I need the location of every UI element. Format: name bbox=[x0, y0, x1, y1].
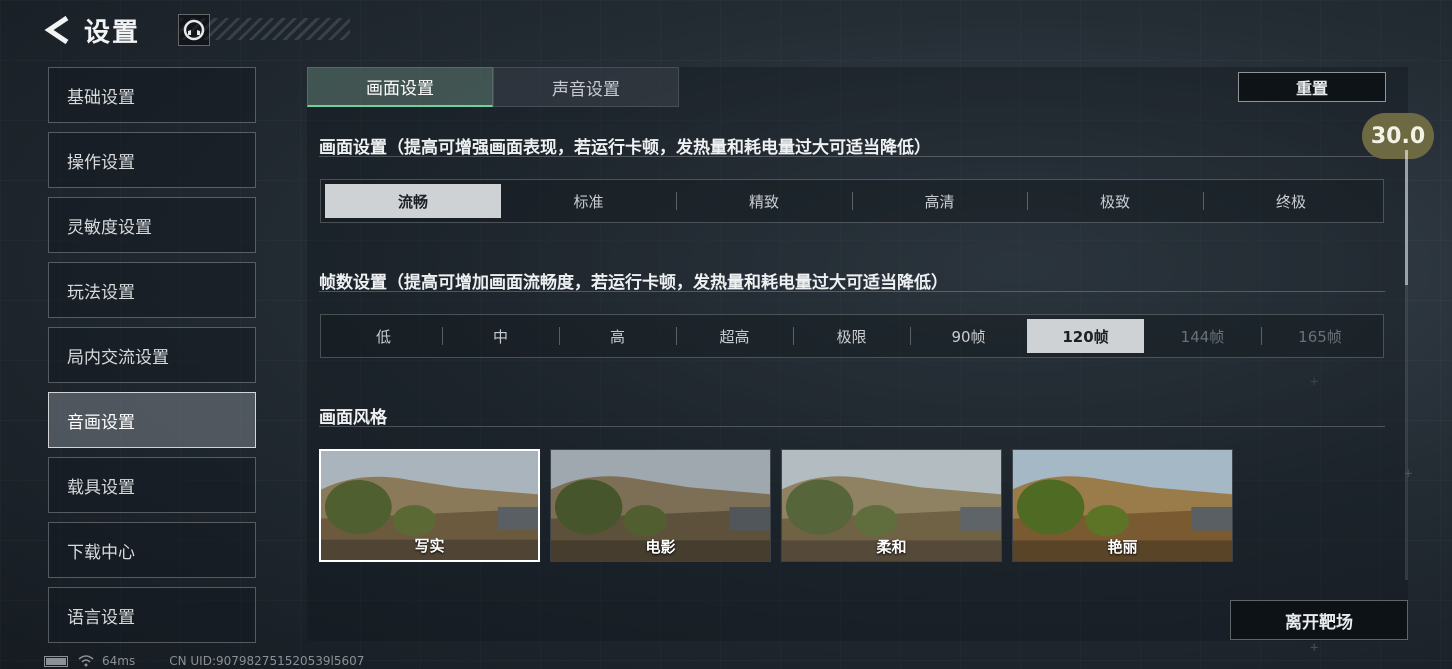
quality-option-hd[interactable]: 高清 bbox=[852, 184, 1027, 218]
style-section-title: 画面风格 bbox=[319, 408, 387, 428]
sidebar-item-basic[interactable]: 基础设置 bbox=[48, 67, 256, 123]
quality-selector: 流畅 标准 精致 高清 极致 终极 bbox=[320, 179, 1384, 223]
fps-counter-badge: 30.0 bbox=[1362, 113, 1434, 159]
framerate-option-165: 165帧 bbox=[1261, 319, 1379, 353]
style-option-vivid[interactable]: 艳丽 bbox=[1012, 449, 1233, 562]
style-label: 柔和 bbox=[876, 538, 907, 556]
style-label: 艳丽 bbox=[1107, 538, 1138, 556]
sidebar-item-gameplay[interactable]: 玩法设置 bbox=[48, 262, 256, 318]
quality-option-refined[interactable]: 精致 bbox=[676, 184, 852, 218]
framerate-option-high[interactable]: 高 bbox=[559, 319, 676, 353]
scrollbar-thumb[interactable] bbox=[1405, 150, 1408, 285]
ping-text: 64ms bbox=[102, 654, 136, 668]
back-button[interactable] bbox=[40, 13, 74, 47]
uid-text: CN UID:907982751520539l5607 bbox=[169, 654, 365, 668]
headset-icon bbox=[183, 19, 205, 41]
sidebar-item-communication[interactable]: 局内交流设置 bbox=[48, 327, 256, 383]
divider bbox=[319, 291, 1385, 292]
support-button[interactable] bbox=[178, 14, 210, 46]
settings-panel: 画面设置 声音设置 重置 画面设置（提高可增强画面表现，若运行卡顿，发热量和耗电… bbox=[307, 67, 1408, 641]
framerate-selector: 低 中 高 超高 极限 90帧 120帧 144帧 165帧 bbox=[320, 314, 1384, 358]
style-option-realistic[interactable]: 写实 bbox=[319, 449, 540, 562]
framerate-option-ultra[interactable]: 超高 bbox=[676, 319, 793, 353]
sidebar: 基础设置 操作设置 灵敏度设置 玩法设置 局内交流设置 音画设置 载具设置 下载… bbox=[48, 67, 256, 652]
framerate-option-mid[interactable]: 中 bbox=[442, 319, 559, 353]
status-bar: 64ms CN UID:907982751520539l5607 bbox=[44, 653, 364, 669]
sidebar-item-controls[interactable]: 操作设置 bbox=[48, 132, 256, 188]
framerate-option-144: 144帧 bbox=[1180, 327, 1225, 346]
leave-range-button[interactable]: 离开靶场 bbox=[1230, 600, 1408, 640]
page-title: 设置 bbox=[84, 17, 141, 48]
reset-button[interactable]: 重置 bbox=[1238, 72, 1386, 102]
framerate-section-title: 帧数设置（提高可增加画面流畅度，若运行卡顿，发热量和耗电量过大可适当降低） bbox=[319, 273, 948, 293]
sidebar-item-language[interactable]: 语言设置 bbox=[48, 587, 256, 643]
tab-sound[interactable]: 声音设置 bbox=[493, 67, 679, 107]
header: 设置 bbox=[40, 10, 350, 50]
style-option-soft[interactable]: 柔和 bbox=[781, 449, 1002, 562]
framerate-option-90[interactable]: 90帧 bbox=[910, 319, 1027, 353]
framerate-option-max[interactable]: 极限 bbox=[793, 319, 910, 353]
quality-option-extreme[interactable]: 极致 bbox=[1027, 184, 1203, 218]
style-label: 电影 bbox=[645, 538, 676, 556]
wifi-icon bbox=[78, 655, 94, 667]
style-selector: 写实 电影 柔和 艳丽 bbox=[319, 449, 1233, 562]
sidebar-item-download[interactable]: 下载中心 bbox=[48, 522, 256, 578]
divider bbox=[319, 426, 1385, 427]
tab-graphics[interactable]: 画面设置 bbox=[307, 67, 493, 107]
style-option-cinematic[interactable]: 电影 bbox=[550, 449, 771, 562]
back-arrow-icon bbox=[44, 15, 69, 45]
sidebar-item-sensitivity[interactable]: 灵敏度设置 bbox=[48, 197, 256, 253]
decor-cross: + bbox=[1310, 640, 1319, 656]
framerate-option-120[interactable]: 120帧 bbox=[1027, 319, 1144, 353]
quality-option-ultimate[interactable]: 终极 bbox=[1203, 184, 1379, 218]
quality-option-standard[interactable]: 标准 bbox=[501, 184, 676, 218]
quality-option-smooth[interactable]: 流畅 bbox=[325, 184, 501, 218]
battery-icon bbox=[44, 655, 68, 667]
tab-bar: 画面设置 声音设置 bbox=[307, 67, 679, 107]
sidebar-item-vehicle[interactable]: 载具设置 bbox=[48, 457, 256, 513]
framerate-option-low[interactable]: 低 bbox=[325, 319, 442, 353]
divider bbox=[319, 156, 1385, 157]
style-label: 写实 bbox=[414, 537, 445, 555]
quality-section-title: 画面设置（提高可增强画面表现，若运行卡顿，发热量和耗电量过大可适当降低） bbox=[319, 138, 931, 158]
sidebar-item-audio-video[interactable]: 音画设置 bbox=[48, 392, 256, 448]
